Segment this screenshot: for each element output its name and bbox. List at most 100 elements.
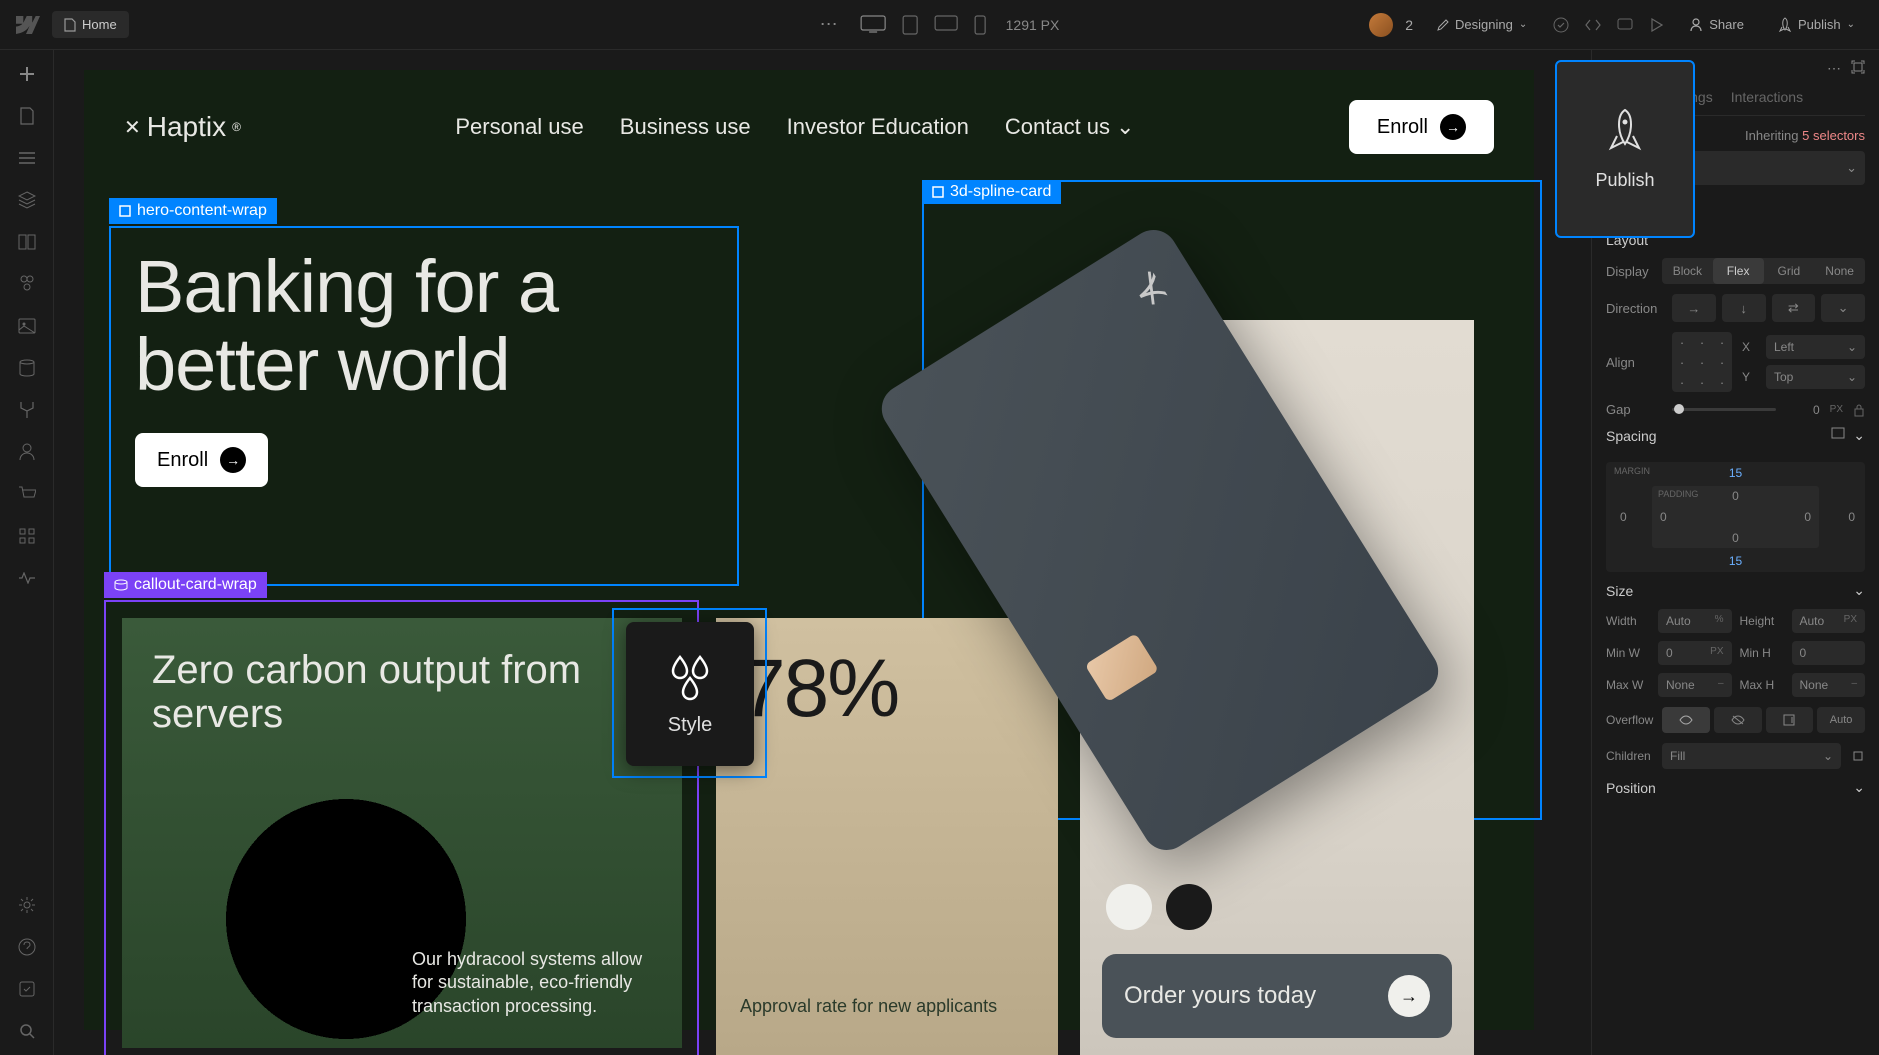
focus-icon[interactable] <box>1851 60 1865 74</box>
color-swatch-black[interactable] <box>1166 884 1212 930</box>
settings-icon[interactable] <box>15 893 39 917</box>
maxh-input[interactable]: None– <box>1792 673 1866 697</box>
padding-bottom[interactable]: 0 <box>1732 531 1739 545</box>
display-none[interactable]: None <box>1814 258 1865 284</box>
home-tab[interactable]: Home <box>52 11 129 38</box>
comment-icon[interactable] <box>1615 15 1635 35</box>
chevron-down-icon: ⌄ <box>1116 114 1134 140</box>
maxw-input[interactable]: None– <box>1658 673 1732 697</box>
pencil-icon <box>1437 19 1449 31</box>
overflow-visible[interactable] <box>1662 707 1710 733</box>
card-chip-icon <box>1085 633 1159 702</box>
hero-content-wrap[interactable]: hero-content-wrap Banking for a better w… <box>109 226 739 586</box>
components-icon[interactable] <box>15 188 39 212</box>
style-popup[interactable]: Style <box>612 608 767 778</box>
minw-input[interactable]: 0PX <box>1658 641 1732 665</box>
nav-enroll-button[interactable]: Enroll → <box>1349 100 1494 154</box>
variables-icon[interactable] <box>15 230 39 254</box>
overflow-auto[interactable]: Auto <box>1817 707 1865 733</box>
page-preview[interactable]: ✕ Haptix® Personal use Business use Inve… <box>84 70 1534 1030</box>
display-grid[interactable]: Grid <box>1764 258 1815 284</box>
nav-investor[interactable]: Investor Education <box>787 114 969 140</box>
share-button[interactable]: Share <box>1679 11 1754 38</box>
direction-wrap[interactable]: ⇄ <box>1772 294 1816 322</box>
assets-icon[interactable] <box>15 314 39 338</box>
chevron-down-icon: ⌄ <box>1846 160 1857 176</box>
device-desktop-icon[interactable] <box>860 15 886 35</box>
spacing-section-header[interactable]: Spacing ⌄ <box>1606 417 1865 454</box>
nav-personal[interactable]: Personal use <box>455 114 583 140</box>
order-button[interactable]: Order yours today → <box>1102 954 1452 1038</box>
spacing-presets-icon[interactable] <box>1831 427 1845 439</box>
axis-y-select[interactable]: Top⌄ <box>1766 365 1865 389</box>
display-flex[interactable]: Flex <box>1713 258 1764 284</box>
nav-contact[interactable]: Contact us ⌄ <box>1005 114 1135 140</box>
height-input[interactable]: AutoPX <box>1792 609 1866 633</box>
device-tablet-icon[interactable] <box>902 15 918 35</box>
axis-x-select[interactable]: Left⌄ <box>1766 335 1865 359</box>
size-section-header[interactable]: Size⌄ <box>1606 572 1865 609</box>
margin-left[interactable]: 0 <box>1620 510 1627 524</box>
margin-right[interactable]: 0 <box>1848 510 1855 524</box>
margin-bottom[interactable]: 15 <box>1729 554 1742 568</box>
children-select[interactable]: Fill⌄ <box>1662 743 1841 769</box>
play-icon[interactable] <box>1647 15 1667 35</box>
overflow-scroll[interactable] <box>1766 707 1814 733</box>
check-icon[interactable] <box>1551 15 1571 35</box>
ecommerce-icon[interactable] <box>15 482 39 506</box>
direction-column[interactable]: ↓ <box>1722 294 1766 322</box>
overflow-hidden[interactable] <box>1714 707 1762 733</box>
webflow-logo-icon[interactable] <box>12 16 40 34</box>
add-icon[interactable] <box>15 62 39 86</box>
lock-icon[interactable] <box>1853 403 1865 417</box>
help-icon[interactable] <box>15 935 39 959</box>
color-swatch-white[interactable] <box>1106 884 1152 930</box>
mode-dropdown[interactable]: Designing ⌄ <box>1425 11 1539 38</box>
width-input[interactable]: Auto% <box>1658 609 1732 633</box>
direction-row[interactable]: → <box>1672 294 1716 322</box>
align-grid[interactable]: ··· ··· ··· <box>1672 332 1732 392</box>
children-edit-icon[interactable] <box>1851 749 1865 763</box>
tab-interactions[interactable]: Interactions <box>1731 89 1803 115</box>
padding-top[interactable]: 0 <box>1732 489 1739 503</box>
arrow-right-icon: → <box>220 447 246 473</box>
audit-icon[interactable] <box>15 977 39 1001</box>
cms-icon[interactable] <box>15 356 39 380</box>
minh-input[interactable]: 0 <box>1792 641 1866 665</box>
chevron-down-icon[interactable]: ⌄ <box>1853 779 1865 796</box>
overflow-label: Overflow <box>1606 713 1652 727</box>
chevron-down-icon[interactable]: ⌄ <box>1853 427 1865 444</box>
gap-value[interactable]: 0 <box>1786 403 1820 417</box>
nav-business[interactable]: Business use <box>620 114 751 140</box>
spacing-box[interactable]: MARGIN 15 0 15 0 PADDING 0 0 0 0 <box>1606 462 1865 572</box>
logic-icon[interactable] <box>15 398 39 422</box>
navigator-icon[interactable] <box>15 146 39 170</box>
users-icon[interactable] <box>15 440 39 464</box>
padding-left[interactable]: 0 <box>1660 510 1667 524</box>
hero-enroll-button[interactable]: Enroll → <box>135 433 268 487</box>
more-icon[interactable]: ⋯ <box>820 14 840 35</box>
margin-top[interactable]: 15 <box>1729 466 1742 480</box>
direction-more[interactable]: ⌄ <box>1821 294 1865 322</box>
droplets-icon <box>665 652 715 702</box>
pages-icon[interactable] <box>15 104 39 128</box>
device-tablet-landscape-icon[interactable] <box>934 15 958 35</box>
search-icon[interactable] <box>15 1019 39 1043</box>
apps-icon[interactable] <box>15 524 39 548</box>
code-icon[interactable] <box>1583 15 1603 35</box>
publish-button[interactable]: Publish ⌄ <box>1766 11 1867 39</box>
gap-slider[interactable] <box>1672 408 1776 411</box>
avatar[interactable] <box>1369 13 1393 37</box>
device-mobile-icon[interactable] <box>974 15 986 35</box>
padding-right[interactable]: 0 <box>1804 510 1811 524</box>
more-icon[interactable]: ⋯ <box>1827 60 1841 77</box>
callout-card-wrap[interactable]: callout-card-wrap Zero carbon output fro… <box>104 600 699 1055</box>
chevron-down-icon[interactable]: ⌄ <box>1853 582 1865 599</box>
canvas[interactable]: ✕ Haptix® Personal use Business use Inve… <box>54 50 1591 1055</box>
left-sidebar <box>0 50 54 1055</box>
position-section-header[interactable]: Position⌄ <box>1606 769 1865 806</box>
styles-icon[interactable] <box>15 272 39 296</box>
green-card: Zero carbon output from servers Our hydr… <box>122 618 682 1048</box>
activity-icon[interactable] <box>15 566 39 590</box>
display-block[interactable]: Block <box>1662 258 1713 284</box>
